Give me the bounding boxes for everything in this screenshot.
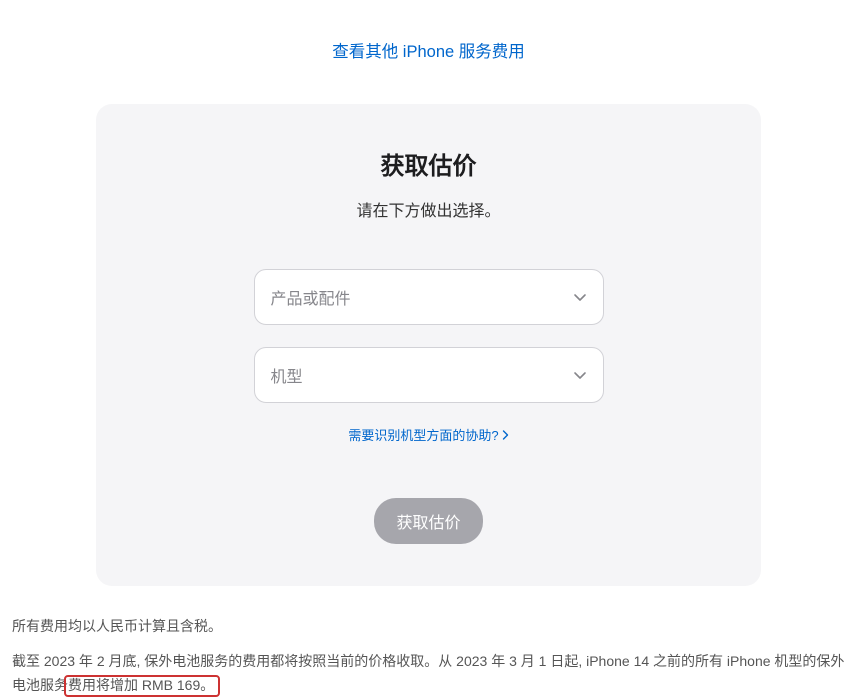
highlighted-text: 费用将增加 RMB 169。 xyxy=(68,677,214,693)
footer-notes: 所有费用均以人民币计算且含税。 截至 2023 年 2 月底, 保外电池服务的费… xyxy=(0,614,857,698)
card-subtitle: 请在下方做出选择。 xyxy=(136,197,721,221)
model-select[interactable]: 机型 xyxy=(254,347,604,403)
highlight-annotation: 费用将增加 RMB 169。 xyxy=(68,677,214,693)
card-title: 获取估价 xyxy=(136,146,721,181)
model-help-link[interactable]: 需要识别机型方面的协助? xyxy=(136,425,721,444)
footer-line-2: 截至 2023 年 2 月底, 保外电池服务的费用都将按照当前的价格收取。从 2… xyxy=(12,649,845,698)
estimate-card: 获取估价 请在下方做出选择。 产品或配件 机型 需要识别机型方面的协助? xyxy=(96,104,761,586)
chevron-down-icon xyxy=(573,368,587,382)
footer-line-1: 所有费用均以人民币计算且含税。 xyxy=(12,614,845,639)
help-link-text: 需要识别机型方面的协助? xyxy=(348,425,498,444)
page-container: 查看其他 iPhone 服务费用 获取估价 请在下方做出选择。 产品或配件 机型… xyxy=(0,0,857,698)
model-select-placeholder: 机型 xyxy=(271,363,303,387)
product-select-placeholder: 产品或配件 xyxy=(271,285,351,309)
model-select-wrapper: 机型 xyxy=(254,347,604,403)
chevron-down-icon xyxy=(573,290,587,304)
other-services-link[interactable]: 查看其他 iPhone 服务费用 xyxy=(0,38,857,62)
product-select[interactable]: 产品或配件 xyxy=(254,269,604,325)
product-select-wrapper: 产品或配件 xyxy=(254,269,604,325)
get-estimate-button[interactable]: 获取估价 xyxy=(374,498,482,544)
chevron-right-icon xyxy=(502,430,509,440)
